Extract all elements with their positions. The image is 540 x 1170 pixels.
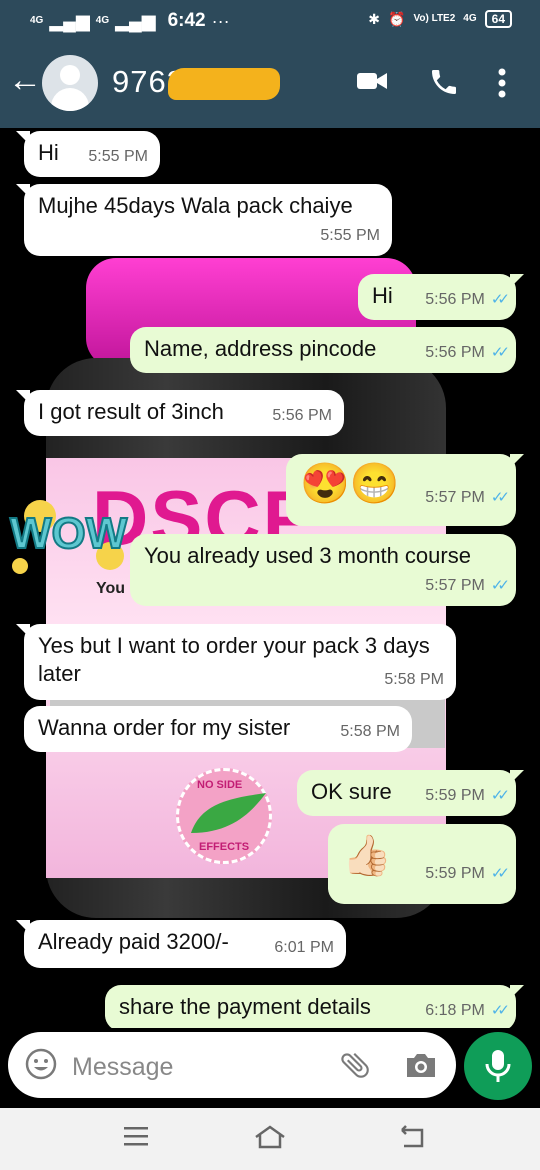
wow-sticker-icon: WOW [9,500,129,574]
read-receipt-icon: ✓✓ [490,1002,510,1019]
message-bubble-outgoing[interactable]: OK sure 5:59 PM ✓✓ [297,770,524,816]
alarm-icon: ⏰ [388,10,406,27]
voice-message-button[interactable] [464,1032,532,1100]
network-indicator-2: 4G [95,15,110,26]
message-time: 6:18 PM [425,1002,485,1019]
message-bubble-incoming[interactable]: Hi 5:55 PM [16,131,160,177]
message-time: 5:55 PM [320,227,380,244]
emoji-content: 👍🏻 [342,834,392,878]
message-time: 5:59 PM [425,865,485,882]
back-arrow-icon[interactable]: ← [8,60,42,100]
message-bubble-outgoing[interactable]: 😍😁 5:57 PM ✓✓ [286,454,524,526]
message-time: 5:55 PM [88,148,148,165]
message-composer: Message [0,1028,540,1108]
network-indicator-1: 4G [30,15,44,26]
read-receipt-icon: ✓✓ [490,489,510,506]
menu-icon[interactable] [122,1124,150,1148]
message-bubble-outgoing[interactable]: Hi 5:56 PM ✓✓ [358,274,524,320]
chat-header: ← 97633 [0,40,540,128]
message-time: 5:58 PM [340,723,400,740]
read-receipt-icon: ✓✓ [490,291,510,308]
message-bubble-outgoing[interactable]: 👍🏻 5:59 PM ✓✓ [328,824,516,904]
message-bubble-outgoing[interactable]: You already used 3 month course 5:57 PM ✓… [130,534,516,606]
network-indicator-3: 4G [463,13,477,24]
more-options-icon[interactable] [497,66,507,105]
wallpaper-you-text: You [96,580,126,597]
avatar[interactable] [42,55,98,111]
message-bubble-incoming[interactable]: Already paid 3200/- 6:01 PM [16,920,346,968]
system-navigation-bar [0,1108,540,1170]
emoji-icon[interactable] [24,1047,58,1081]
message-bubble-outgoing[interactable]: Name, address pincode 5:56 PM ✓✓ [130,327,516,373]
message-time: 5:58 PM [384,671,444,688]
chat-area[interactable]: DSCF WOW You NO SIDE EFFECTS Hi 5:55 PM … [0,128,540,1028]
message-placeholder: Message [72,1053,174,1081]
top-bar: 4G ▂▄▆ 4G ▂▄▆ 6:42 ··· ✱ ⏰ Vo) LTE2 4G 6… [0,0,540,128]
microphone-icon [485,1050,511,1082]
message-time: 5:56 PM [272,407,332,424]
volte-indicator: Vo) LTE2 [413,13,456,24]
status-bar: 4G ▂▄▆ 4G ▂▄▆ 6:42 ··· ✱ ⏰ Vo) LTE2 4G 6… [0,0,540,40]
signal-icon: ▂▄▆ [49,10,90,31]
voice-call-icon[interactable] [428,66,460,103]
read-receipt-icon: ✓✓ [490,787,510,804]
message-time: 5:59 PM [425,787,485,804]
clock: 6:42 [167,10,206,31]
home-icon[interactable] [253,1124,287,1150]
message-time: 6:01 PM [274,939,334,956]
read-receipt-icon: ✓✓ [490,344,510,361]
signal-icon-2: ▂▄▆ [115,10,156,31]
back-icon[interactable] [398,1124,426,1150]
message-bubble-outgoing[interactable]: share the payment details 6:18 PM ✓✓ [105,985,524,1028]
camera-icon[interactable] [404,1050,438,1080]
svg-text:WOW: WOW [10,509,128,558]
battery-icon: 64 [484,10,512,28]
message-bubble-incoming[interactable]: Wanna order for my sister 5:58 PM [24,706,412,752]
message-time: 5:57 PM [425,489,485,506]
no-side-effects-seal: NO SIDE EFFECTS [176,768,272,864]
attachment-icon[interactable] [338,1048,372,1082]
bluetooth-icon: ✱ [368,10,380,27]
redaction-mark [168,68,280,100]
message-input[interactable]: Message [8,1032,456,1098]
message-bubble-incoming[interactable]: Yes but I want to order your pack 3 days… [16,624,456,700]
message-time: 5:56 PM [425,344,485,361]
more-notifications-icon: ··· [211,10,230,31]
message-time: 5:56 PM [425,291,485,308]
video-call-icon[interactable] [355,66,389,101]
message-time: 5:57 PM [425,577,485,594]
message-bubble-incoming[interactable]: Mujhe 45days Wala pack chaiye 5:55 PM [16,184,392,256]
emoji-content: 😍😁 [300,462,400,506]
read-receipt-icon: ✓✓ [490,865,510,882]
message-bubble-incoming[interactable]: I got result of 3inch 5:56 PM [16,390,344,436]
read-receipt-icon: ✓✓ [490,577,510,594]
